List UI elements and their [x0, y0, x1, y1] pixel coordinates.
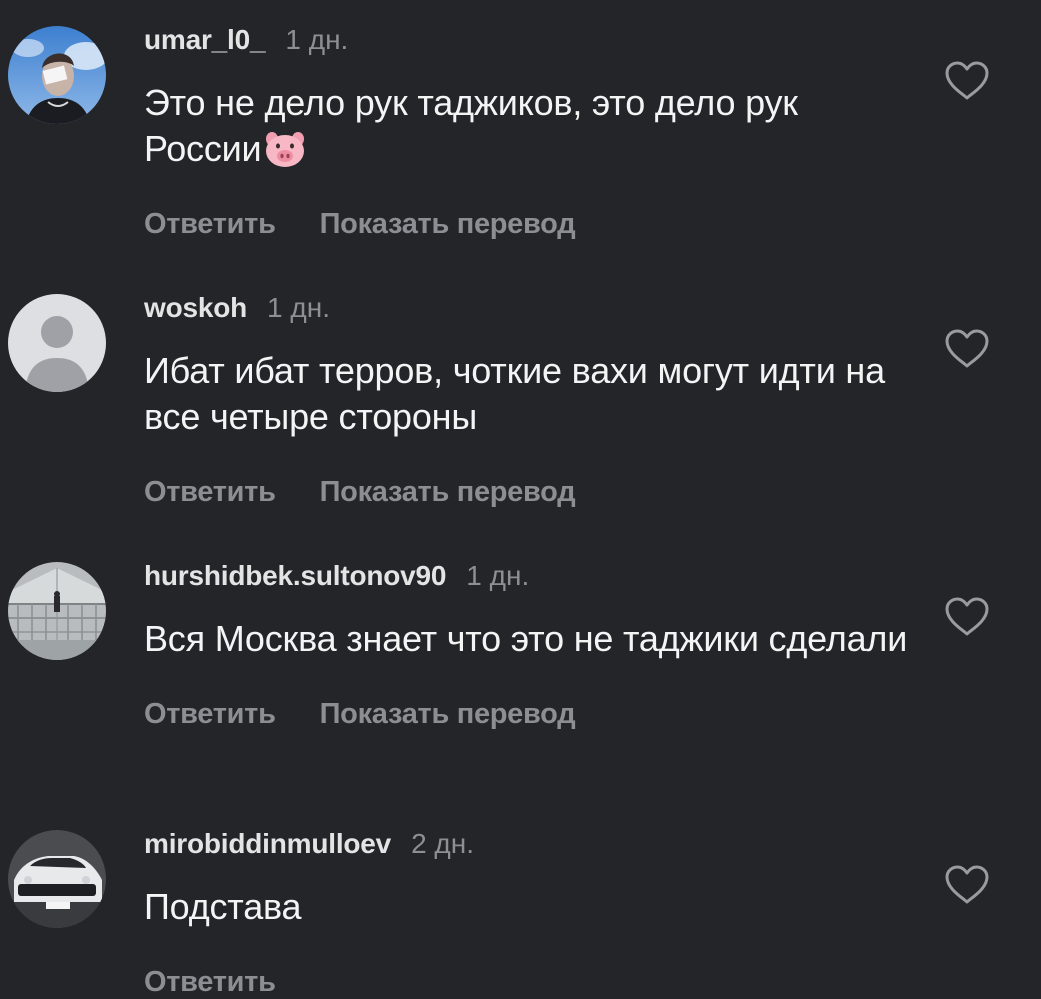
comment-text-content: Это не дело рук таджиков, это дело рук Р…	[144, 82, 798, 169]
heart-outline-icon	[945, 597, 989, 636]
show-translation-button[interactable]: Показать перевод	[320, 476, 576, 509]
comment-actions: Ответить Показать перевод	[144, 476, 924, 509]
comment-actions: Ответить	[144, 966, 924, 999]
reply-button[interactable]: Ответить	[144, 966, 276, 999]
like-button[interactable]	[944, 60, 990, 102]
comment-actions: Ответить Показать перевод	[144, 208, 924, 241]
reply-button[interactable]: Ответить	[144, 698, 276, 731]
username[interactable]: woskoh	[144, 292, 247, 324]
reply-button[interactable]: Ответить	[144, 208, 276, 241]
comment-meta: mirobiddinmulloev 2 дн.	[144, 828, 924, 864]
comment-text: Ибат ибат терров, чоткие вахи могут идти…	[144, 350, 885, 437]
heart-outline-icon	[945, 865, 989, 904]
avatar[interactable]	[8, 562, 106, 660]
avatar[interactable]	[8, 26, 106, 124]
username[interactable]: umar_l0_	[144, 24, 266, 56]
heart-outline-icon	[945, 329, 989, 368]
timestamp: 1 дн.	[285, 24, 349, 55]
username[interactable]: hurshidbek.sultonov90	[144, 560, 446, 592]
comment-body: mirobiddinmulloev 2 дн. Подстава Ответит…	[144, 828, 924, 999]
like-button[interactable]	[944, 328, 990, 370]
comment-body: hurshidbek.sultonov90 1 дн. Вся Москва з…	[144, 560, 924, 731]
comment-actions: Ответить Показать перевод	[144, 698, 924, 731]
comment-body: umar_l0_ 1 дн. Это не дело рук таджиков,…	[144, 24, 924, 241]
pig-face-icon	[266, 132, 305, 167]
comment-text: Вся Москва знает что это не таджики сдел…	[144, 618, 908, 659]
avatar[interactable]	[8, 294, 106, 392]
like-button[interactable]	[944, 596, 990, 638]
comment-meta: woskoh 1 дн.	[144, 292, 924, 328]
comment-text: Подстава	[144, 886, 302, 927]
comment-body: woskoh 1 дн. Ибат ибат терров, чоткие ва…	[144, 292, 924, 509]
show-translation-button[interactable]: Показать перевод	[320, 208, 576, 241]
comment-meta: hurshidbek.sultonov90 1 дн.	[144, 560, 924, 596]
comment-meta: umar_l0_ 1 дн.	[144, 24, 924, 60]
timestamp: 1 дн.	[466, 560, 530, 591]
avatar[interactable]	[8, 830, 106, 928]
comment-text: Это не дело рук таджиков, это дело рук Р…	[144, 80, 924, 172]
like-button[interactable]	[944, 864, 990, 906]
username[interactable]: mirobiddinmulloev	[144, 828, 391, 860]
heart-outline-icon	[945, 61, 989, 100]
timestamp: 1 дн.	[267, 292, 330, 323]
person-silhouette-icon	[8, 294, 106, 392]
timestamp: 2 дн.	[411, 828, 474, 859]
reply-button[interactable]: Ответить	[144, 476, 276, 509]
show-translation-button[interactable]: Показать перевод	[320, 698, 576, 731]
